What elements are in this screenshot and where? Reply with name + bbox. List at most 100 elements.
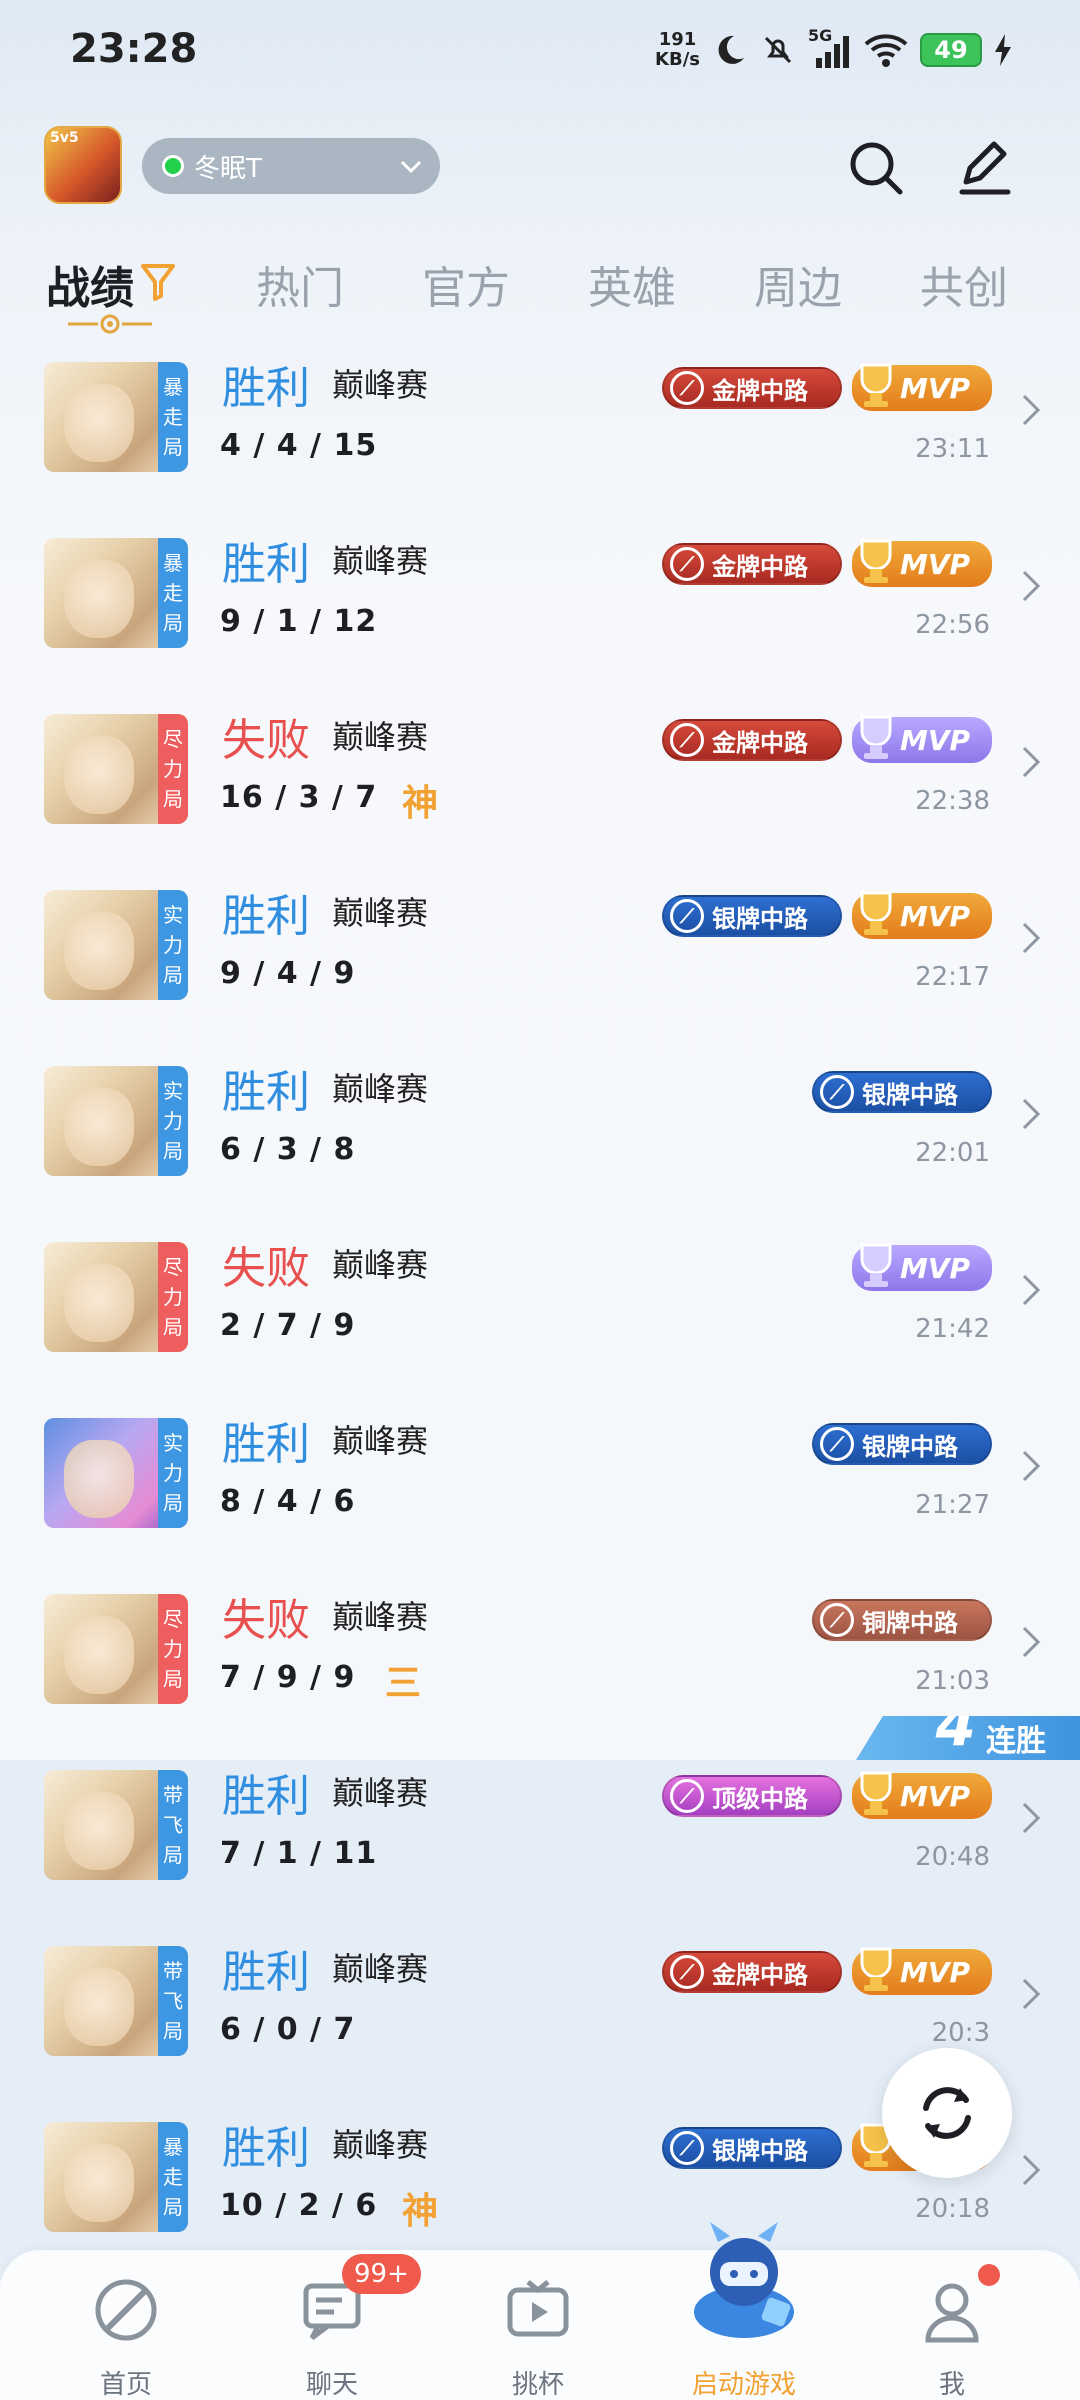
hero-portrait <box>64 1264 134 1342</box>
match-result: 胜利 <box>222 1419 310 1470</box>
match-result: 失败 <box>222 715 310 766</box>
match-row[interactable]: 实力局 胜利 巅峰赛 9 / 4 / 9 ⟋ 银牌中路 MVP 22:17 <box>0 880 1080 1056</box>
lane-badge: ⟋ 金牌中路 <box>662 719 842 761</box>
kda: 7 / 9 / 9 <box>220 1660 356 1695</box>
tab-merch[interactable]: 周边 <box>754 252 842 316</box>
chevron-right-icon <box>1022 746 1041 778</box>
mvp-badge: MVP <box>852 715 992 763</box>
account-name: 冬眠T <box>194 153 262 184</box>
kda: 4 / 4 / 15 <box>220 428 378 463</box>
lane-icon: ⟋ <box>670 1955 704 1989</box>
refresh-icon <box>923 2087 971 2139</box>
hero-avatar: 带飞局 <box>44 1946 188 2056</box>
performance-badge: 实力局 <box>158 1066 188 1176</box>
match-mode: 巅峰赛 <box>332 1422 429 1460</box>
tab-co-create[interactable]: 共创 <box>920 252 1008 316</box>
signal-icon: 5G <box>808 26 852 70</box>
match-row[interactable]: 暴走局 胜利 巅峰赛 9 / 1 / 12 ⟋ 金牌中路 MVP 22:56 <box>0 528 1080 704</box>
hero-portrait <box>64 560 134 638</box>
chevron-right-icon <box>1022 1978 1041 2010</box>
match-mode: 巅峰赛 <box>332 1774 429 1812</box>
achievement-tag: 神 <box>402 783 439 824</box>
mvp-badge: MVP <box>852 539 992 587</box>
achievement-tag: 三 <box>385 1663 422 1704</box>
trophy-icon <box>860 1947 892 1991</box>
tab-record[interactable]: 战绩 <box>46 252 134 316</box>
chevron-right-icon <box>1022 394 1041 426</box>
edit-icon[interactable] <box>952 136 1016 200</box>
match-time: 20:3 <box>931 2018 990 2048</box>
match-badges: ⟋ 银牌中路 <box>812 1420 992 1468</box>
lane-icon: ⟋ <box>670 371 704 405</box>
home-icon <box>95 2279 157 2341</box>
performance-badge: 带飞局 <box>158 1946 188 2056</box>
kda: 9 / 1 / 12 <box>220 604 378 639</box>
status-bar: 23:28 191 KB/s 5G 49 <box>0 0 1080 100</box>
kda: 8 / 4 / 6 <box>220 1484 356 1519</box>
charging-icon <box>995 34 1011 66</box>
match-row[interactable]: 实力局 胜利 巅峰赛 6 / 3 / 8 ⟋ 银牌中路 22:01 <box>0 1056 1080 1232</box>
video-icon <box>507 2280 569 2337</box>
lane-badge: ⟋ 铜牌中路 <box>812 1599 992 1641</box>
nav-video[interactable]: 挑杯 <box>458 2260 618 2400</box>
hero-avatar: 尽力局 <box>44 1594 188 1704</box>
nav-chat[interactable]: 99+ 聊天 <box>252 2254 421 2400</box>
hero-portrait <box>64 384 134 462</box>
hero-avatar: 暴走局 <box>44 362 188 472</box>
lane-badge: ⟋ 顶级中路 <box>662 1775 842 1817</box>
match-row[interactable]: 尽力局 失败 巅峰赛 2 / 7 / 9 MVP 21:42 <box>0 1232 1080 1408</box>
filter-icon[interactable] <box>140 262 176 302</box>
match-mode: 巅峰赛 <box>332 2126 429 2164</box>
streak-label: 连胜 <box>986 1724 1046 1759</box>
tab-hot[interactable]: 热门 <box>256 252 344 316</box>
chevron-down-icon <box>400 160 422 174</box>
nav-home[interactable]: 首页 <box>46 2260 206 2400</box>
refresh-button[interactable] <box>882 2048 1012 2178</box>
match-row[interactable]: 带飞局 胜利 巅峰赛 7 / 1 / 11 ⟋ 顶级中路 MVP 20:48 <box>0 1760 1080 1936</box>
match-result: 胜利 <box>222 363 310 414</box>
performance-badge: 实力局 <box>158 1418 188 1528</box>
match-row[interactable]: 实力局 胜利 巅峰赛 8 / 4 / 6 ⟋ 银牌中路 21:27 <box>0 1408 1080 1584</box>
tab-official[interactable]: 官方 <box>422 252 510 316</box>
lane-icon: ⟋ <box>820 1427 854 1461</box>
match-result: 胜利 <box>222 891 310 942</box>
match-result: 胜利 <box>222 1947 310 1998</box>
chevron-right-icon <box>1022 1802 1041 1834</box>
lane-badge: ⟋ 银牌中路 <box>662 2127 842 2169</box>
chevron-right-icon <box>1022 1626 1041 1658</box>
kda: 9 / 4 / 9 <box>220 956 356 991</box>
trophy-icon <box>860 539 892 583</box>
match-time: 22:01 <box>915 1138 990 1168</box>
hero-avatar: 尽力局 <box>44 714 188 824</box>
match-row[interactable]: 尽力局 失败 巅峰赛 16 / 3 / 7 神 ⟋ 金牌中路 MVP 22:38 <box>0 704 1080 880</box>
status-time: 23:28 <box>70 26 198 72</box>
lane-icon: ⟋ <box>670 899 704 933</box>
moon-icon <box>718 35 744 64</box>
lane-badge: ⟋ 金牌中路 <box>662 543 842 585</box>
match-result: 失败 <box>222 1243 310 1294</box>
lane-icon: ⟋ <box>670 2131 704 2165</box>
search-icon[interactable] <box>844 136 908 200</box>
kda: 6 / 0 / 7 <box>220 2012 356 2047</box>
account-switcher[interactable]: 冬眠T <box>142 138 440 194</box>
hero-portrait <box>64 736 134 814</box>
chevron-right-icon <box>1022 1274 1041 1306</box>
performance-badge: 尽力局 <box>158 1242 188 1352</box>
lane-badge: ⟋ 金牌中路 <box>662 1951 842 1993</box>
performance-badge: 尽力局 <box>158 1594 188 1704</box>
tab-heroes[interactable]: 英雄 <box>588 252 676 316</box>
match-mode: 巅峰赛 <box>332 1598 429 1636</box>
header: 5v5 冬眠T <box>0 120 1080 220</box>
app-logo-icon[interactable]: 5v5 <box>44 126 122 204</box>
nav-me[interactable]: 我 <box>872 2260 1032 2400</box>
tab-indicator <box>68 314 152 334</box>
chevron-right-icon <box>1022 570 1041 602</box>
match-mode: 巅峰赛 <box>332 718 429 756</box>
match-mode: 巅峰赛 <box>332 1070 429 1108</box>
nav-launch-game[interactable]: 启动游戏 <box>664 2222 824 2400</box>
wifi-icon <box>864 34 908 67</box>
match-result: 胜利 <box>222 2123 310 2174</box>
match-row[interactable]: 暴走局 胜利 巅峰赛 4 / 4 / 15 ⟋ 金牌中路 MVP 23:11 <box>0 352 1080 528</box>
notification-dot <box>978 2264 1000 2286</box>
mvp-badge: MVP <box>852 891 992 939</box>
